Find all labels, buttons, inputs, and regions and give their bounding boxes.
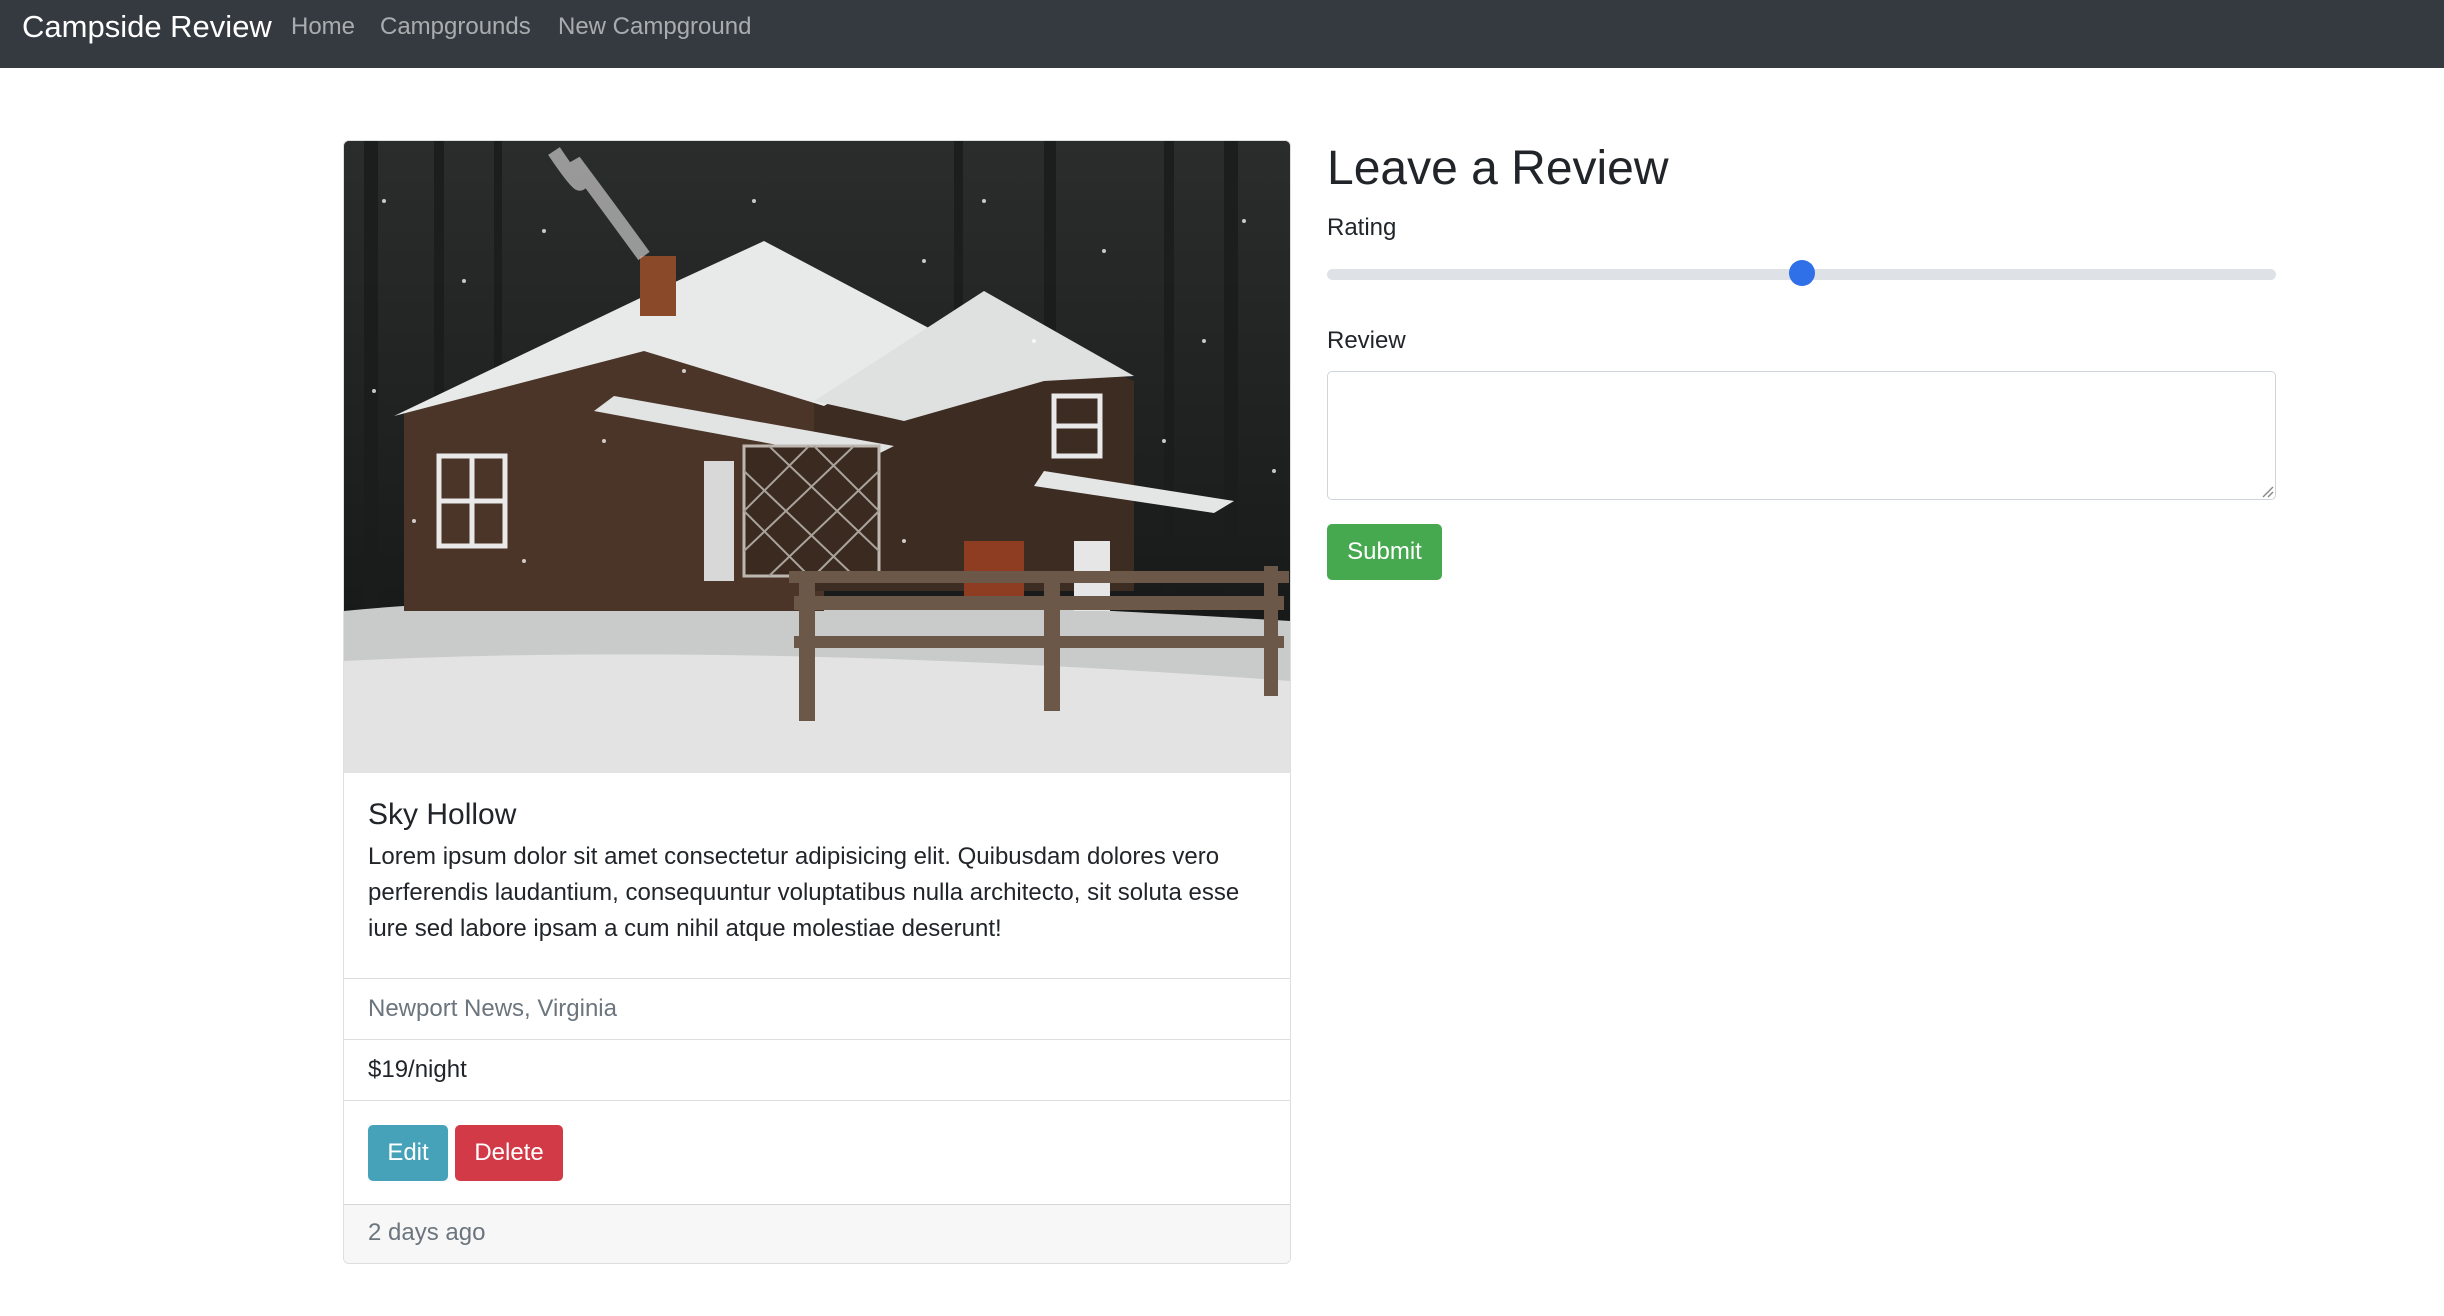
posted-time: 2 days ago [368, 1219, 486, 1246]
campground-image [344, 141, 1290, 773]
rating-slider-thumb[interactable] [1788, 260, 1815, 286]
edit-button[interactable]: Edit [368, 1125, 448, 1181]
delete-button[interactable]: Delete [455, 1125, 563, 1181]
nav-link-home[interactable]: Home [291, 12, 355, 42]
rating-label: Rating [1327, 214, 1397, 241]
campground-price: $19/night [344, 1039, 1290, 1100]
campground-description: Lorem ipsum dolor sit amet consectetur a… [368, 843, 1240, 942]
resize-grip-icon[interactable] [2260, 484, 2274, 498]
card-footer: 2 days ago [344, 1204, 1290, 1263]
card-actions: Edit Delete [344, 1100, 1290, 1204]
brand-link[interactable]: Campside Review [22, 9, 272, 45]
location-text: Newport News, Virginia [368, 995, 617, 1022]
submit-button[interactable]: Submit [1327, 524, 1442, 580]
nav-link-new-campground[interactable]: New Campground [558, 12, 751, 42]
campground-location: Newport News, Virginia [344, 978, 1290, 1039]
campground-title: Sky Hollow [368, 798, 517, 831]
review-heading: Leave a Review [1327, 142, 1669, 195]
price-text: $19/night [368, 1056, 467, 1083]
review-label: Review [1327, 327, 1406, 354]
campground-card: Sky Hollow Lorem ipsum dolor sit amet co… [343, 140, 1291, 1264]
navbar: Campside Review Home Campgrounds New Cam… [0, 0, 2444, 68]
review-textarea[interactable] [1327, 371, 2276, 500]
nav-link-campgrounds[interactable]: Campgrounds [380, 12, 531, 42]
